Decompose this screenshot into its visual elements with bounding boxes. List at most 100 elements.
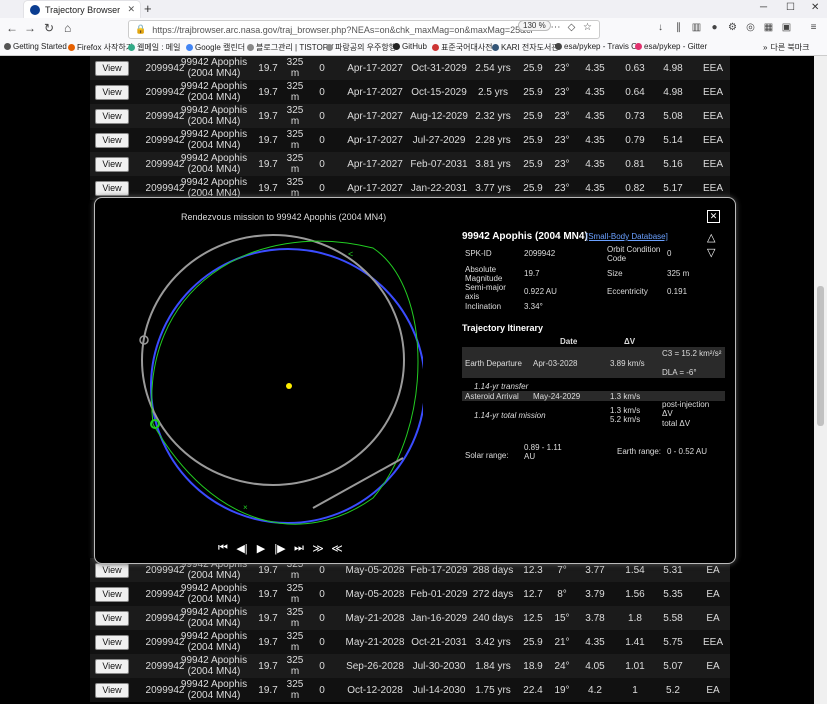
cell-t: 5.07 <box>663 660 683 672</box>
cell-t: 5.31 <box>663 564 683 576</box>
cell-oc: 0 <box>319 134 325 146</box>
cell-cls: EEA <box>702 86 723 98</box>
cell-arr: Feb-07-2031 <box>410 158 468 170</box>
page-scrollbar[interactable] <box>814 56 827 704</box>
close-icon[interactable]: ✕ <box>707 210 720 223</box>
maximize-icon[interactable]: ☐ <box>786 2 795 13</box>
cell-size: 325 m <box>282 631 308 653</box>
more-icon[interactable]: ⋯ <box>550 22 561 33</box>
faster-button[interactable]: ≪ <box>331 542 343 555</box>
tab-trajectory-browser[interactable]: Trajectory Browser ✕ <box>24 1 140 18</box>
forward-icon[interactable]: → <box>24 21 36 35</box>
bookmark-item[interactable]: esa/pykep - Travis CI <box>555 42 639 51</box>
new-tab-icon[interactable]: + <box>144 1 152 16</box>
cell-a: 3.78 <box>585 612 605 624</box>
sbdb-link[interactable]: [Small-Body Database] <box>586 232 668 241</box>
pocket-icon[interactable]: ◇ <box>566 22 577 33</box>
star-icon[interactable]: ☆ <box>582 22 593 33</box>
cell-e: 1.56 <box>625 588 645 600</box>
scroll-thumb[interactable] <box>817 286 824 426</box>
table-row: View 2099942 99942 Apophis (2004 MN4) 19.7 32… <box>90 630 730 654</box>
menu-icon[interactable]: ≡ <box>808 22 819 33</box>
view-button[interactable]: View <box>95 180 129 196</box>
cell-dep: Apr-17-2027 <box>347 86 403 98</box>
tab-close-icon[interactable]: ✕ <box>127 4 135 15</box>
trajectory-modal: Rendezvous mission to 99942 Apophis (200… <box>94 197 736 564</box>
view-button[interactable]: View <box>95 108 129 124</box>
extension-icon[interactable]: ⚙ <box>727 22 738 33</box>
nav-bar: ← → ↻ ⌂ 🔒 https://trajbrowser.arc.nasa.g… <box>0 18 827 41</box>
cell-size-value: 325 <box>286 105 304 116</box>
solar-range-label: Solar range: <box>465 451 509 460</box>
cell-inc: 23° <box>554 158 570 170</box>
view-button[interactable]: View <box>95 610 129 626</box>
cell-h: 19.7 <box>258 660 278 672</box>
github-icon <box>393 43 400 50</box>
cell-t: 5.75 <box>663 636 683 648</box>
download-icon[interactable]: ↓ <box>655 22 666 33</box>
view-button[interactable]: View <box>95 132 129 148</box>
play-button[interactable]: ▶ <box>255 542 267 555</box>
url-text: https://trajbrowser.arc.nasa.gov/traj_br… <box>152 24 533 35</box>
cell-t: 4.98 <box>663 62 683 74</box>
bookmark-item[interactable]: esa/pykep - Gitter <box>635 42 707 51</box>
next-arrow-icon[interactable]: ▽ <box>707 246 715 259</box>
reload-icon[interactable]: ↻ <box>44 21 54 35</box>
cell-name-line2: (2004 MN4) <box>187 666 241 677</box>
extension-m-icon[interactable]: ▣ <box>781 22 792 33</box>
bookmark-item[interactable]: Getting Started <box>4 42 67 51</box>
window-close-icon[interactable]: ✕ <box>811 2 819 13</box>
cell-e: 0.82 <box>625 182 645 194</box>
bookmark-item[interactable]: GitHub <box>393 42 427 51</box>
cell-name-line2: (2004 MN4) <box>187 68 241 79</box>
back-icon[interactable]: ← <box>6 21 18 35</box>
bookmark-item[interactable]: 파랑공의 우주항행 <box>326 42 396 53</box>
cell-size-value: 325 <box>286 57 304 68</box>
extension-c-icon[interactable]: ◎ <box>745 22 756 33</box>
extension-g-icon[interactable]: ● <box>709 22 720 33</box>
nasa-favicon-icon <box>30 4 40 15</box>
library-icon[interactable]: ∥ <box>673 22 684 33</box>
step-back-button[interactable]: ◀| <box>236 542 248 555</box>
view-button[interactable]: View <box>95 586 129 602</box>
bookmark-item[interactable]: KARI 전자도서관 <box>492 42 559 53</box>
view-button[interactable]: View <box>95 658 129 674</box>
extension-grid-icon[interactable]: ▦ <box>763 22 774 33</box>
cell-e: 1 <box>632 684 638 696</box>
cell-inc: 19° <box>554 684 570 696</box>
first-frame-button[interactable]: ⏮ <box>217 542 229 555</box>
cell-name: 99942 Apophis (2004 MN4) <box>174 177 254 199</box>
cell-name-line2: (2004 MN4) <box>187 594 241 605</box>
bookmark-item[interactable]: Google 캘린더 <box>186 42 245 53</box>
view-button[interactable]: View <box>95 562 129 578</box>
total-dv-note: total ΔV <box>662 419 691 428</box>
view-button[interactable]: View <box>95 634 129 650</box>
cell-dv: 25.9 <box>523 62 543 74</box>
slower-button[interactable]: ≫ <box>312 542 324 555</box>
last-frame-button[interactable]: ⏭ <box>293 542 305 555</box>
view-button[interactable]: View <box>95 60 129 76</box>
view-button[interactable]: View <box>95 84 129 100</box>
minimize-icon[interactable]: ─ <box>760 2 767 13</box>
bookmark-item[interactable]: 웹메일 : 메일 <box>128 42 180 53</box>
sidebar-icon[interactable]: ▥ <box>691 22 702 33</box>
view-button[interactable]: View <box>95 682 129 698</box>
cell-h: 19.7 <box>258 636 278 648</box>
zoom-level[interactable]: 130 % <box>518 20 551 31</box>
bookmark-folder[interactable]: » 다른 북마크 <box>763 42 809 53</box>
step-forward-button[interactable]: |▶ <box>274 542 286 555</box>
cell-h: 19.7 <box>258 86 278 98</box>
cell-inc: 23° <box>554 86 570 98</box>
view-button[interactable]: View <box>95 156 129 172</box>
bookmark-item[interactable]: 블로그관리 | TISTORY <box>247 42 334 53</box>
home-icon[interactable]: ⌂ <box>64 21 71 35</box>
cell-name: 99942 Apophis (2004 MN4) <box>174 679 254 701</box>
cell-dv: 25.9 <box>523 86 543 98</box>
bookmark-item[interactable]: Firefox 사작하기 <box>68 42 133 53</box>
cell-cls: EEA <box>702 62 723 74</box>
bookmark-item[interactable]: 표준국어대사전 <box>432 42 493 53</box>
cell-h: 19.7 <box>258 134 278 146</box>
cell-h: 19.7 <box>258 110 278 122</box>
cell-dur: 3.42 yrs <box>475 636 511 648</box>
cell-name-line1: 99942 Apophis <box>180 607 248 618</box>
